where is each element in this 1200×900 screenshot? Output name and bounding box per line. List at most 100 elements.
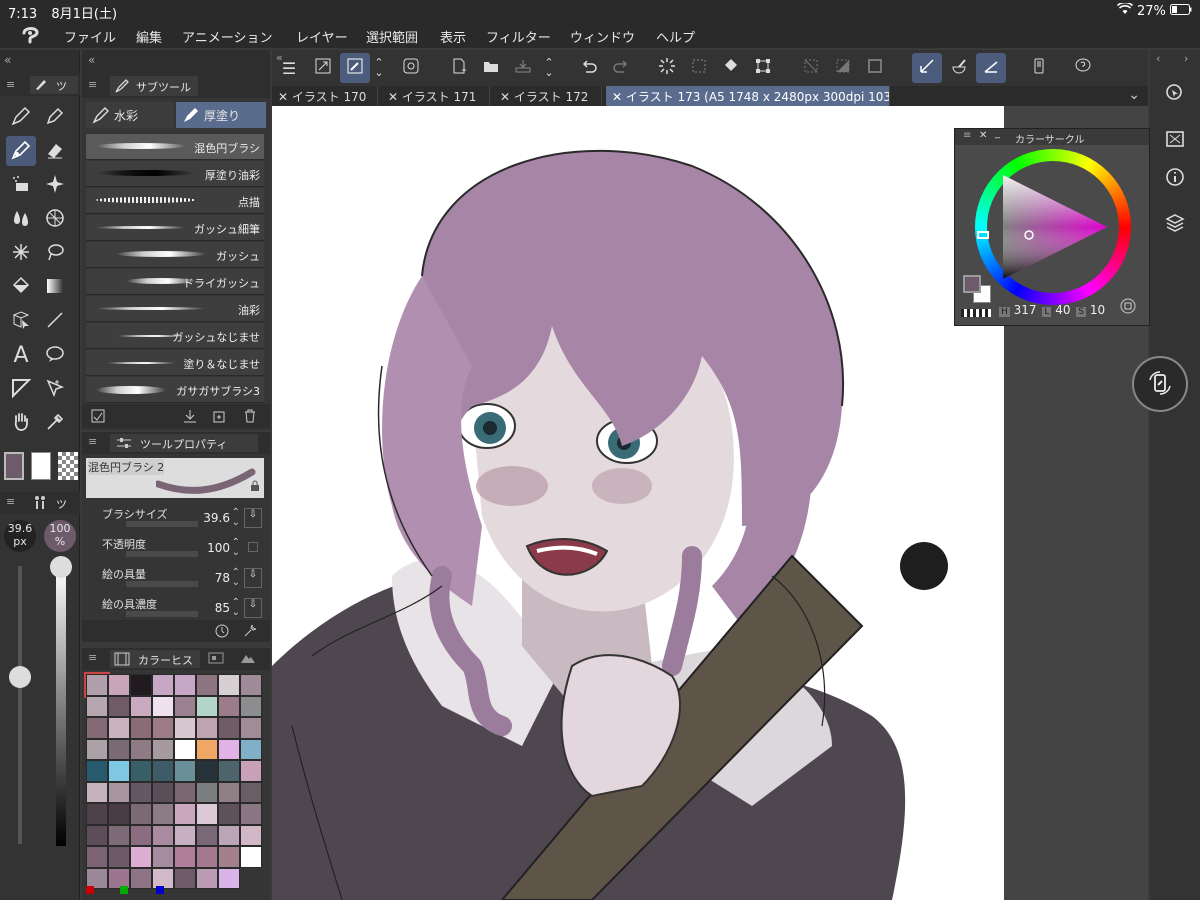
- color-swatch[interactable]: [174, 781, 196, 803]
- figure-tool[interactable]: [40, 306, 70, 336]
- color-swatch[interactable]: [240, 824, 262, 846]
- canvas-paper[interactable]: [272, 106, 1004, 900]
- color-swatch[interactable]: [196, 867, 218, 889]
- tab-illust-172[interactable]: ✕ イラスト 172: [494, 86, 602, 106]
- hue-ring[interactable]: [975, 149, 1131, 305]
- frame-tool[interactable]: [6, 374, 36, 404]
- new-file-button[interactable]: [444, 53, 474, 83]
- deselect-button[interactable]: [796, 53, 826, 83]
- color-swatch[interactable]: [218, 803, 240, 825]
- color-swatch[interactable]: [196, 738, 218, 760]
- collapse-left-icon[interactable]: «: [4, 53, 11, 67]
- color-swatch[interactable]: [152, 738, 174, 760]
- saturation-triangle[interactable]: [995, 169, 1111, 285]
- color-swatch[interactable]: [196, 846, 218, 868]
- menu-window[interactable]: ウィンドウ: [570, 27, 635, 46]
- color-swatch[interactable]: [152, 846, 174, 868]
- sub-view-button[interactable]: [1160, 126, 1190, 156]
- edit-mode-button[interactable]: [340, 53, 370, 83]
- select-all-button[interactable]: [684, 53, 714, 83]
- transform-button[interactable]: [748, 53, 778, 83]
- color-swatch[interactable]: [240, 803, 262, 825]
- selection-border-button[interactable]: [860, 53, 890, 83]
- prop-opacity[interactable]: 不透明度 100 ⌃ ⌄: [82, 534, 270, 562]
- menu-selection[interactable]: 選択範囲: [366, 27, 418, 46]
- edit-mode-stepper[interactable]: ⌃ ⌄: [370, 53, 388, 83]
- layers-button[interactable]: [1160, 210, 1190, 240]
- panel-menu-icon-3[interactable]: ≡: [88, 78, 97, 91]
- brush-item-6[interactable]: 油彩: [86, 296, 264, 322]
- tab-close-icon[interactable]: ✕: [500, 90, 510, 104]
- color-swatch[interactable]: [174, 674, 196, 696]
- grid-tool[interactable]: [40, 204, 70, 234]
- tool-tab[interactable]: ツ: [30, 76, 78, 94]
- prop-brush-size-dynamics-button[interactable]: ⇩: [244, 508, 262, 528]
- balloon-tool[interactable]: [40, 340, 70, 370]
- color-swatch[interactable]: [130, 760, 152, 782]
- close-icon[interactable]: ✕: [979, 130, 987, 141]
- color-swatch[interactable]: [130, 695, 152, 717]
- color-swatch[interactable]: [86, 803, 108, 825]
- mountain-tab-icon[interactable]: [240, 651, 256, 668]
- color-swatch[interactable]: [174, 824, 196, 846]
- color-swatch[interactable]: [218, 717, 240, 739]
- snap-special-ruler-button[interactable]: [944, 53, 974, 83]
- color-swatch[interactable]: [108, 781, 130, 803]
- sub-color-chip[interactable]: [31, 452, 51, 480]
- color-swatch[interactable]: [130, 867, 152, 889]
- panel-menu-icon-5[interactable]: ≡: [88, 651, 97, 664]
- color-swatch[interactable]: [218, 846, 240, 868]
- text-tool[interactable]: A: [6, 340, 36, 370]
- expand-right-icon[interactable]: ›: [1184, 52, 1188, 65]
- color-swatch[interactable]: [86, 760, 108, 782]
- prop-opacity-bar[interactable]: [126, 551, 198, 557]
- color-swatch[interactable]: [152, 781, 174, 803]
- eyedropper-tool[interactable]: [40, 408, 70, 438]
- fit-screen-button[interactable]: [308, 53, 338, 83]
- brush-size-slider-handle[interactable]: [9, 666, 31, 688]
- prop-brush-size[interactable]: ブラシサイズ 39.6 ⌃ ⌄ ⇩: [82, 504, 270, 532]
- menu-view[interactable]: 表示: [440, 27, 466, 46]
- color-swatch[interactable]: [152, 760, 174, 782]
- cc-main-color-chip[interactable]: [963, 275, 981, 293]
- save-button[interactable]: [508, 53, 538, 83]
- color-swatch[interactable]: [240, 760, 262, 782]
- panel-menu-icon[interactable]: ≡: [6, 78, 15, 91]
- gradient-tool[interactable]: [40, 272, 70, 302]
- menu-help[interactable]: ヘルプ: [656, 27, 695, 46]
- wrench-icon[interactable]: [242, 623, 258, 642]
- color-swatch[interactable]: [240, 674, 262, 696]
- help-button[interactable]: [1068, 53, 1098, 83]
- color-swatch[interactable]: [108, 717, 130, 739]
- panel-menu-icon-2[interactable]: ≡: [6, 495, 15, 508]
- color-swatch[interactable]: [218, 781, 240, 803]
- tab-close-icon[interactable]: ✕: [612, 90, 622, 104]
- color-swatch[interactable]: [86, 695, 108, 717]
- color-swatch[interactable]: [196, 717, 218, 739]
- color-swatch[interactable]: [196, 803, 218, 825]
- color-swatch[interactable]: [196, 781, 218, 803]
- prop-paint-amount-bar[interactable]: [126, 581, 198, 587]
- redo-button[interactable]: [606, 53, 636, 83]
- color-swatch[interactable]: [84, 672, 110, 698]
- color-swatch[interactable]: [218, 738, 240, 760]
- prop-paint-density-bar[interactable]: [126, 611, 198, 617]
- color-set-tab-icon[interactable]: [208, 651, 224, 668]
- reset-icon[interactable]: [214, 623, 230, 642]
- color-history-tab[interactable]: カラーヒス: [110, 650, 200, 668]
- color-swatch[interactable]: [240, 781, 262, 803]
- menu-layer[interactable]: レイヤー: [296, 27, 348, 46]
- color-swatch[interactable]: [86, 846, 108, 868]
- color-swatch[interactable]: [130, 738, 152, 760]
- fill-selection-button[interactable]: [716, 53, 746, 83]
- eraser-tool[interactable]: [40, 136, 70, 166]
- app-logo-icon[interactable]: [20, 25, 42, 45]
- panel-menu-icon-6[interactable]: ≡: [963, 130, 971, 141]
- snap-ruler-button[interactable]: [912, 53, 942, 83]
- color-swatch[interactable]: [130, 803, 152, 825]
- brush-item-5[interactable]: ドライガッシュ: [86, 269, 264, 295]
- trash-icon[interactable]: [242, 408, 258, 427]
- menu-animation[interactable]: アニメーション: [182, 27, 272, 46]
- subtool-tab-impasto[interactable]: 厚塗り: [176, 102, 266, 128]
- color-swatch[interactable]: [108, 846, 130, 868]
